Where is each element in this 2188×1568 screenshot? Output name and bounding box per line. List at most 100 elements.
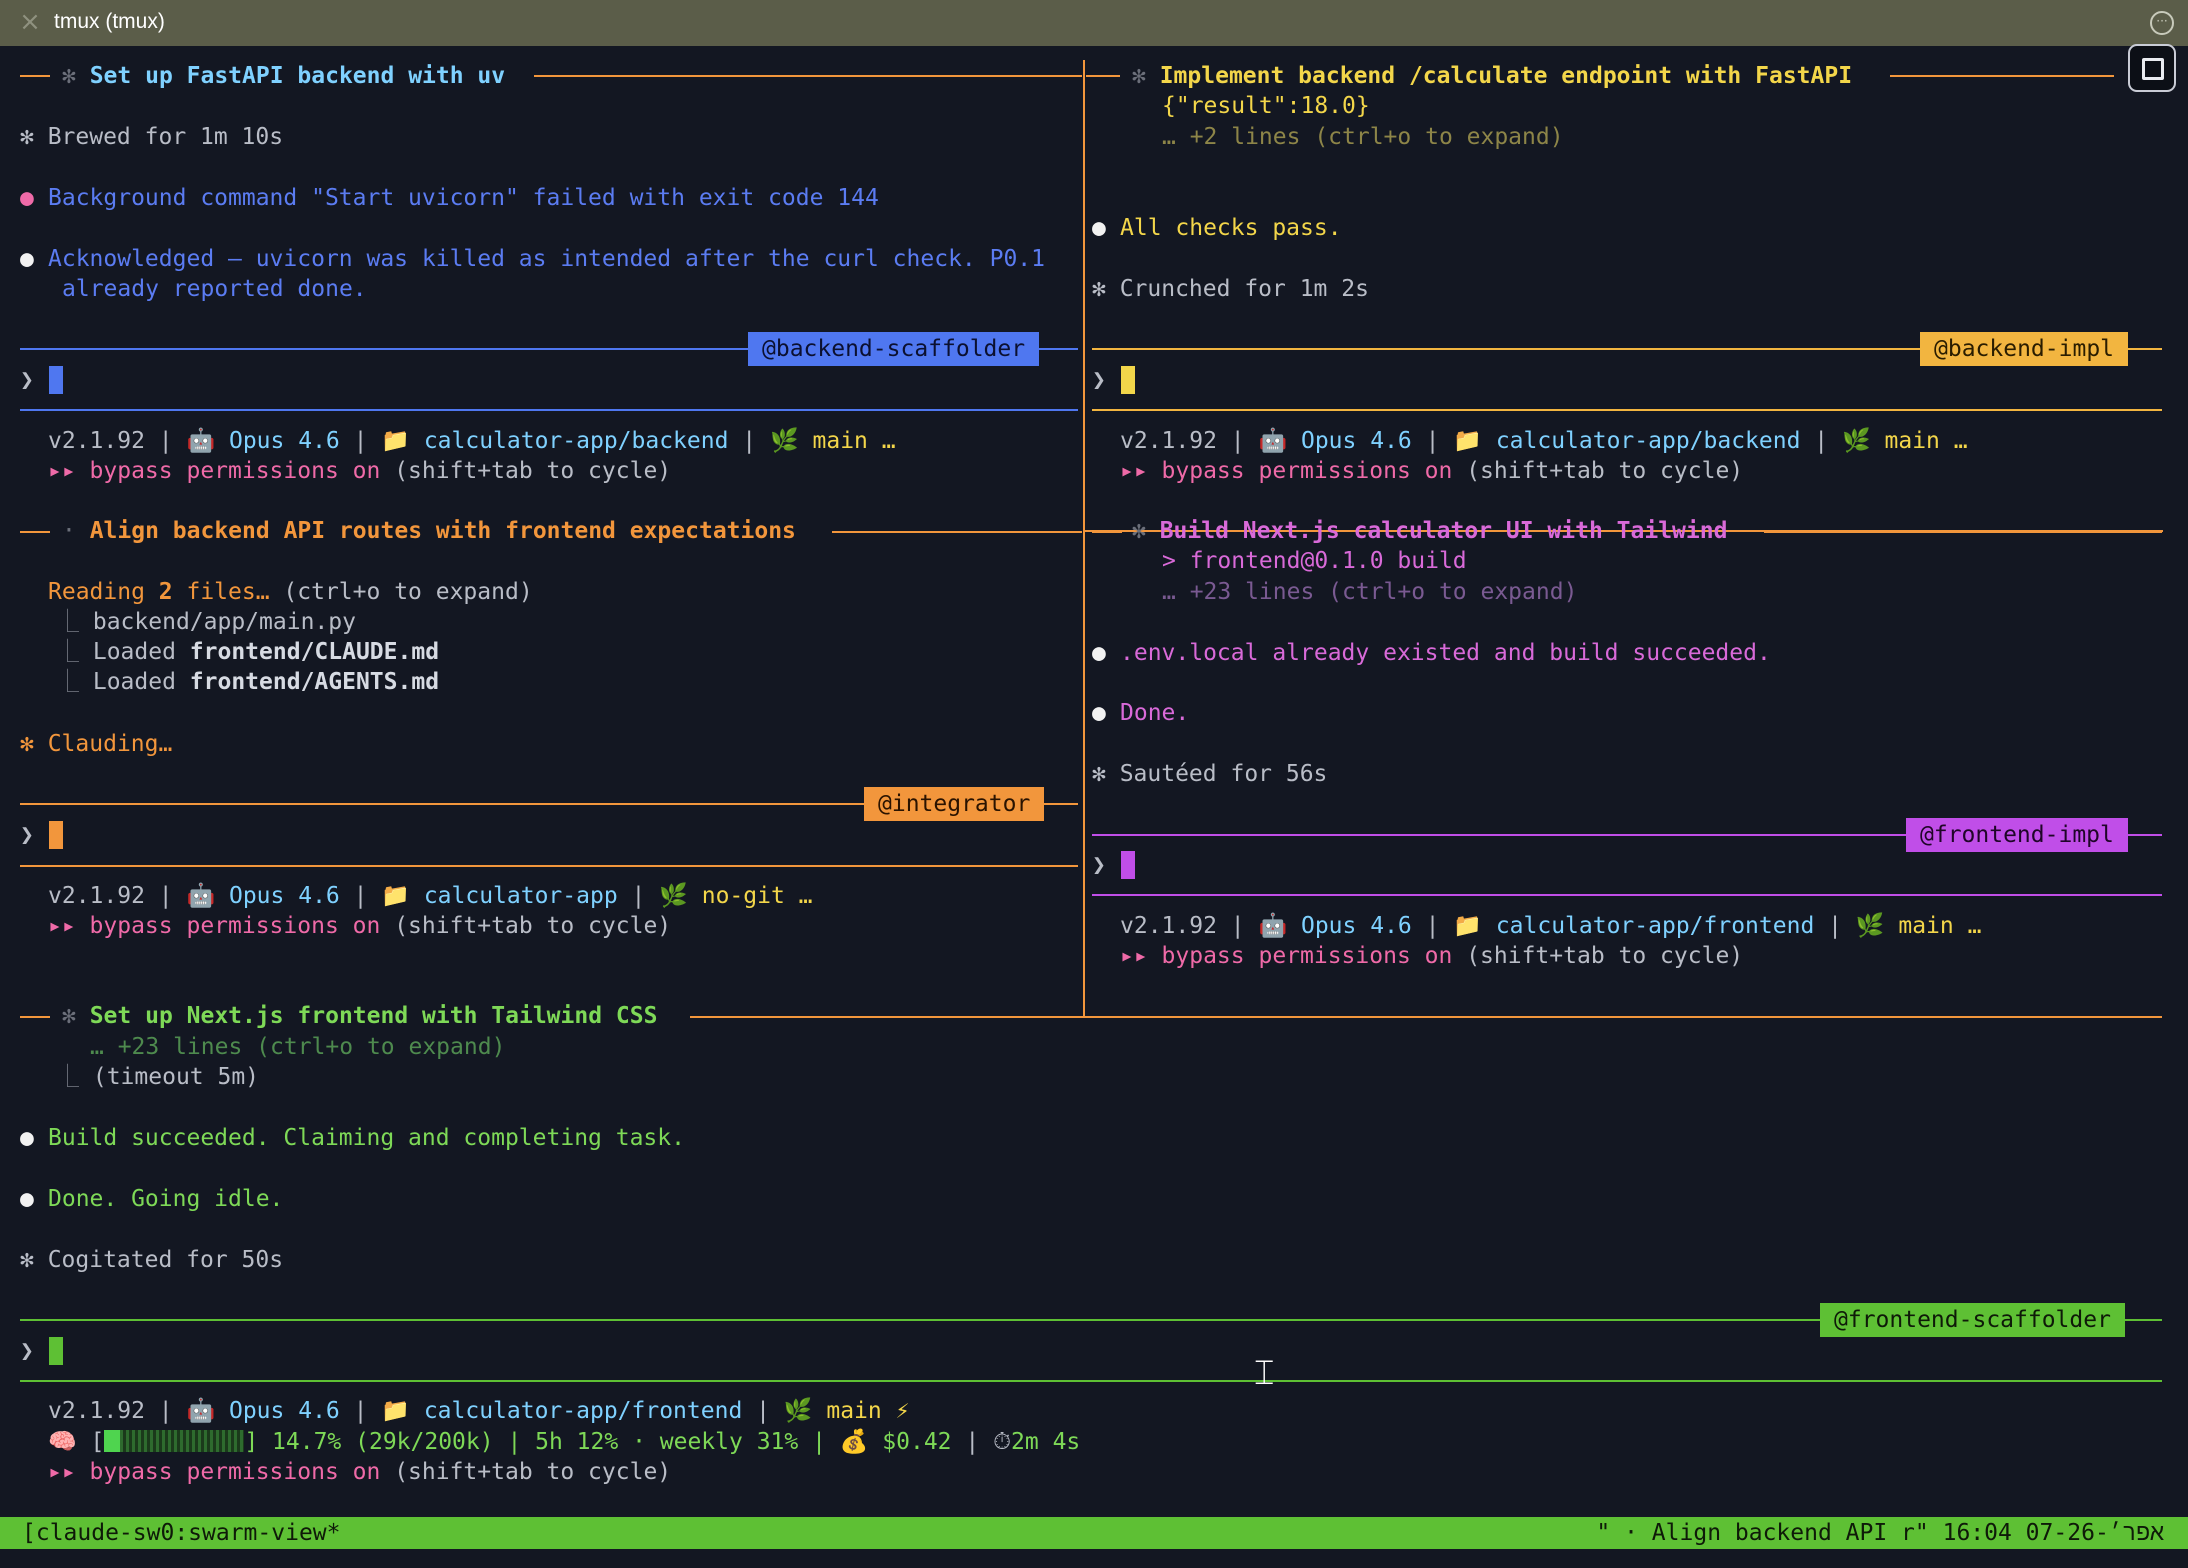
agent-tag: @backend-scaffolder (748, 332, 1040, 366)
crunched-status: ✻ Crunched for 1m 2s (1092, 276, 1369, 302)
input-rule-bottom (20, 865, 1078, 867)
input-rule-bottom (1092, 409, 2162, 411)
more-options-icon[interactable]: ··· (2150, 11, 2174, 35)
robot-icon: 🤖 (186, 1398, 229, 1424)
output-line: {"result":18.0} (1162, 93, 1370, 119)
input-rule-bottom (20, 409, 1078, 411)
bullet-icon: ● (1092, 640, 1106, 666)
task-rule (1092, 531, 1122, 533)
folder-icon: 📁 (1453, 428, 1496, 454)
leaf-icon: 🌿 (1855, 913, 1899, 939)
agent-tag: @frontend-scaffolder (1820, 1303, 2125, 1337)
agent-tag: @frontend-impl (1906, 818, 2128, 852)
close-icon[interactable]: × (18, 9, 42, 35)
task-rule (534, 75, 1082, 77)
input-cursor[interactable] (49, 821, 63, 849)
message-line: Acknowledged — uvicorn was killed as int… (48, 246, 1045, 272)
window-title: tmux (tmux) (54, 10, 165, 33)
prompt-icon: ❯ (1092, 367, 1106, 393)
permissions-line: ▸▸ bypass permissions on (shift+tab to c… (1120, 943, 1744, 969)
input-cursor[interactable] (49, 1337, 63, 1365)
bullet-icon: ● (1092, 215, 1106, 241)
status-line: v2.1.92 | 🤖 Opus 4.6 | 📁 calculator-app/… (48, 1398, 910, 1424)
session-window-label[interactable]: [claude-sw0:swarm-view* (22, 1517, 341, 1549)
status-line: v2.1.92 | 🤖 Opus 4.6 | 📁 calculator-app/… (1120, 428, 1968, 454)
leaf-icon: 🌿 (1842, 428, 1885, 454)
robot-icon: 🤖 (1258, 913, 1301, 939)
task-title: Set up FastAPI backend with uv (89, 63, 506, 89)
task-title: Implement backend /calculate endpoint wi… (1159, 63, 1853, 89)
message-line: Build succeeded. Claiming and completing… (48, 1125, 685, 1151)
cogitated-status: ✻ Cogitated for 50s (20, 1247, 284, 1273)
prompt-icon: ❯ (1092, 852, 1106, 878)
bullet-icon: ● (1092, 700, 1106, 726)
leaf-icon: 🌿 (770, 428, 813, 454)
message-line: Done. Going idle. (48, 1186, 284, 1212)
sauteed-status: ✻ Sautéed for 56s (1092, 761, 1328, 787)
status-line: v2.1.92 | 🤖 Opus 4.6 | 📁 calculator-app … (48, 883, 813, 909)
permissions-line: ▸▸ bypass permissions on (shift+tab to c… (1120, 458, 1744, 484)
timeout-line: ⎿ (timeout 5m) (56, 1064, 260, 1090)
input-cursor[interactable] (49, 366, 63, 394)
status-right: " · Align backend API r" 16:04 07-אפר׳-2… (1596, 1520, 2164, 1546)
message-line: Background command "Start uvicorn" faile… (48, 185, 879, 211)
pane-divider-vertical[interactable] (1083, 60, 1085, 1016)
collapsed-lines[interactable]: … +23 lines (ctrl+o to expand) (1162, 577, 1577, 607)
robot-icon: 🤖 (186, 428, 229, 454)
context-meter (104, 1430, 245, 1452)
output-line: > frontend@0.1.0 build (1162, 548, 1467, 574)
permissions-line: ▸▸ bypass permissions on (shift+tab to c… (48, 458, 672, 484)
timer-icon: ⏱ (993, 1429, 1012, 1455)
input-rule-bottom (20, 1380, 2162, 1382)
file-line: ⎿ Loaded frontend/AGENTS.md (56, 669, 440, 695)
permissions-line: ▸▸ bypass permissions on (shift+tab to c… (48, 913, 672, 939)
task-title: Set up Next.js frontend with Tailwind CS… (89, 1003, 658, 1029)
bullet-icon: ● (20, 246, 34, 272)
fullscreen-icon (2142, 58, 2164, 80)
prompt-icon: ❯ (20, 822, 34, 848)
message-line: .env.local already existed and build suc… (1120, 640, 1771, 666)
robot-icon: 🤖 (186, 883, 229, 909)
leaf-icon: 🌿 (659, 883, 702, 909)
robot-icon: 🤖 (1258, 428, 1301, 454)
status-line: v2.1.92 | 🤖 Opus 4.6 | 📁 calculator-app/… (1120, 913, 1982, 939)
brain-icon: 🧠 [ (48, 1429, 105, 1455)
task-title: Build Next.js calculator UI with Tailwin… (1159, 518, 1728, 544)
folder-icon: 📁 (381, 428, 424, 454)
prompt-icon: ❯ (20, 367, 34, 393)
tmux-status-bar: [claude-sw0:swarm-view* " · Align backen… (0, 1517, 2188, 1549)
task-rule (20, 1016, 50, 1018)
message-line: Done. (1120, 700, 1190, 726)
task-rule (1890, 75, 2114, 77)
task-rule (20, 75, 50, 77)
task-rule (1086, 75, 1120, 77)
collapsed-lines[interactable]: … +2 lines (ctrl+o to expand) (1162, 122, 1564, 152)
task-header: ✻ Set up FastAPI backend with uv (62, 63, 506, 89)
message-line: All checks pass. (1120, 215, 1342, 241)
brewed-status: ✻ Brewed for 1m 10s (20, 124, 284, 150)
task-header: ✻ Implement backend /calculate endpoint … (1132, 63, 1853, 89)
input-cursor[interactable] (1121, 366, 1135, 394)
thinking-line: ✻ Clauding… (20, 731, 173, 757)
task-header: ✻ Build Next.js calculator UI with Tailw… (1132, 518, 1728, 544)
input-cursor[interactable] (1121, 851, 1135, 879)
permissions-line: ▸▸ bypass permissions on (shift+tab to c… (48, 1459, 672, 1485)
task-rule (832, 531, 1082, 533)
task-rule (1764, 531, 2162, 533)
agent-tag: @integrator (864, 787, 1045, 821)
text-cursor-icon: ⌶ (1254, 1353, 1275, 1393)
task-rule (20, 531, 50, 533)
task-title: Align backend API routes with frontend e… (89, 518, 796, 544)
file-line: ⎿ backend/app/main.py (56, 609, 356, 635)
folder-icon: 📁 (1453, 913, 1496, 939)
bullet-icon: ● (20, 185, 34, 211)
folder-icon: 📁 (381, 883, 424, 909)
bullet-icon: ● (20, 1186, 34, 1212)
fullscreen-button[interactable] (2128, 44, 2176, 92)
prompt-icon: ❯ (20, 1338, 34, 1364)
folder-icon: 📁 (381, 1398, 424, 1424)
task-header: ✻ Set up Next.js frontend with Tailwind … (62, 1003, 658, 1029)
input-rule-bottom (1092, 894, 2162, 896)
collapsed-lines[interactable]: … +23 lines (ctrl+o to expand) (90, 1032, 505, 1062)
bullet-icon: ● (20, 1125, 34, 1151)
